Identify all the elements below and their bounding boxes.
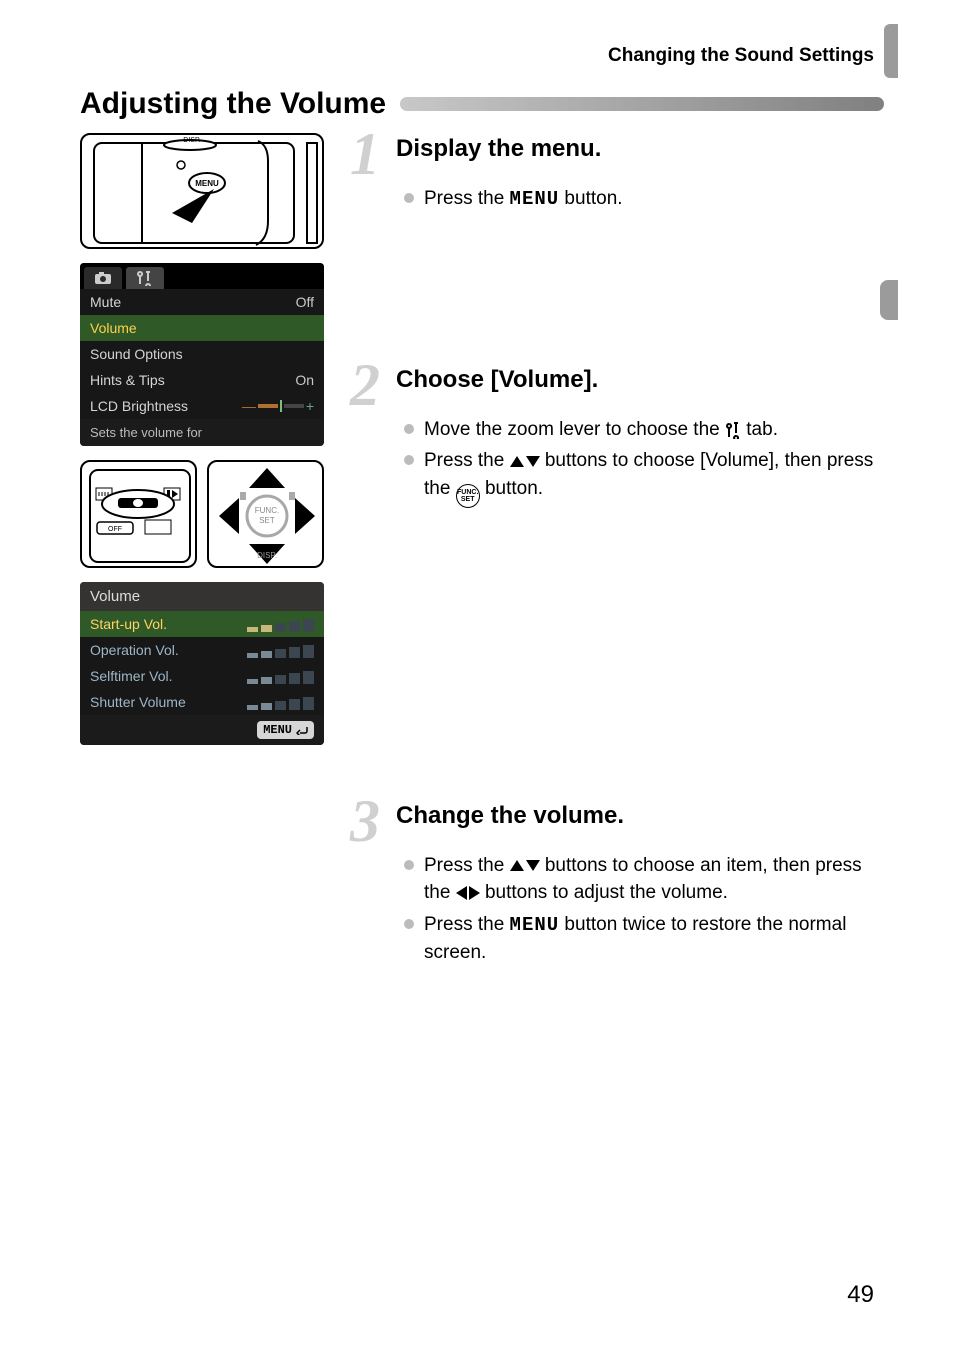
svg-text:DISP.: DISP. xyxy=(257,551,277,560)
step-number: 3 xyxy=(350,800,390,842)
section-title-rule xyxy=(400,97,884,111)
bullet-icon xyxy=(404,860,414,870)
up-down-icon xyxy=(510,456,540,467)
lcd-menu-row: LCD Brightness—+ xyxy=(80,393,324,419)
func-set-icon: FUNC.SET xyxy=(456,484,480,508)
step-bullet: Press the MENU button. xyxy=(404,185,884,214)
lcd-menu-row: Hints & TipsOn xyxy=(80,367,324,393)
left-right-icon xyxy=(456,886,480,900)
step-bullet: Press the buttons to choose an item, the… xyxy=(404,852,884,907)
chapter-tab xyxy=(880,280,898,320)
step-bullet: Move the zoom lever to choose the tab. xyxy=(404,416,884,444)
step-title: Change the volume. xyxy=(396,802,624,842)
lcd-menu-row: Sound Options xyxy=(80,341,324,367)
lcd-volume-menu: Volume Start-up Vol.Operation Vol.Selfti… xyxy=(80,582,324,745)
step-number: 1 xyxy=(350,133,390,175)
lcd-menu-row: Volume xyxy=(80,315,324,341)
lcd-settings-menu: MuteOffVolumeSound OptionsHints & TipsOn… xyxy=(80,263,324,446)
illustration-camera-menu: DISP. MENU xyxy=(80,133,324,249)
tools-tab-icon xyxy=(725,421,741,439)
lcd2-footer: MENU xyxy=(80,715,324,745)
lcd-volume-row: Start-up Vol. xyxy=(80,611,324,637)
illustration-dpad: FUNC. SET DISP. xyxy=(207,460,324,568)
menu-label: MENU xyxy=(510,914,560,936)
svg-text:SET: SET xyxy=(259,516,275,525)
svg-text:FUNC.: FUNC. xyxy=(255,506,279,515)
lcd-volume-row: Selftimer Vol. xyxy=(80,663,324,689)
running-head: Changing the Sound Settings xyxy=(80,45,874,67)
up-down-icon xyxy=(510,860,540,871)
lcd-menu-row: MuteOff xyxy=(80,289,324,315)
step-bullet: Press the MENU button twice to restore t… xyxy=(404,911,884,967)
section-title: Adjusting the Volume xyxy=(80,87,386,121)
menu-return-badge: MENU xyxy=(257,721,314,739)
step-bullet: Press the buttons to choose [Volume], th… xyxy=(404,447,884,508)
svg-text:OFF: OFF xyxy=(108,526,122,533)
lcd2-header: Volume xyxy=(80,582,324,611)
step-number: 2 xyxy=(350,364,390,406)
step-title: Choose [Volume]. xyxy=(396,366,598,406)
page-number: 49 xyxy=(847,1281,874,1309)
menu-label: MENU xyxy=(510,188,560,210)
tab-camera-icon xyxy=(84,267,122,289)
svg-text:DISP.: DISP. xyxy=(183,137,200,144)
step-title: Display the menu. xyxy=(396,135,601,175)
lcd-volume-row: Shutter Volume xyxy=(80,689,324,715)
bullet-icon xyxy=(404,424,414,434)
tab-tools-icon xyxy=(126,267,164,289)
svg-text:MENU: MENU xyxy=(195,179,219,188)
bullet-icon xyxy=(404,919,414,929)
thumb-tab xyxy=(884,24,898,78)
bullet-icon xyxy=(404,193,414,203)
lcd-volume-row: Operation Vol. xyxy=(80,637,324,663)
illustration-zoom-lever: OFF xyxy=(80,460,197,568)
bullet-icon xyxy=(404,455,414,465)
lcd1-footer: Sets the volume for xyxy=(80,419,324,446)
